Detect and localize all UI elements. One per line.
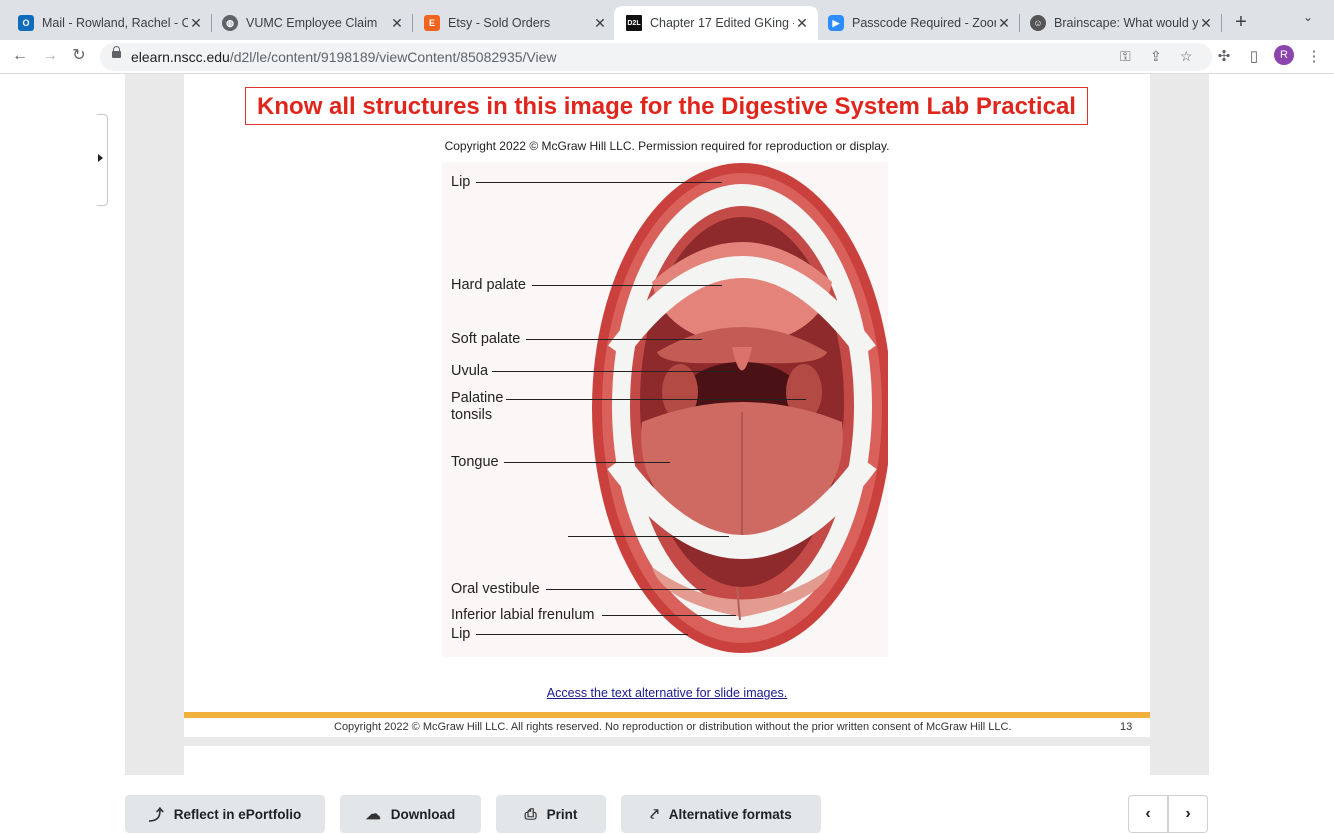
tab-separator [1221, 14, 1222, 32]
label-tongue: Tongue [451, 454, 499, 470]
reflect-in-eportfolio-button[interactable]: ⤴ Reflect in ePortfolio [125, 795, 325, 833]
bookmark-star-icon[interactable]: ☆ [1180, 48, 1193, 65]
download-button[interactable]: ☁ Download [340, 795, 481, 833]
tab-zoom[interactable]: ▶ Passcode Required - Zoom ✕ [816, 6, 1020, 40]
leader-line [532, 285, 722, 286]
slide-accent-bar [184, 712, 1150, 718]
more-menu-icon[interactable]: ⋮ [1304, 47, 1324, 67]
close-tab-icon[interactable]: ✕ [592, 15, 608, 32]
chevron-left-icon: ‹ [1145, 805, 1151, 822]
new-tab-button[interactable]: + [1230, 8, 1252, 36]
outlook-icon: O [18, 15, 34, 31]
label-hard-palate: Hard palate [451, 277, 526, 293]
close-tab-icon[interactable]: ✕ [389, 15, 405, 32]
slide-footer-copyright: Copyright 2022 © McGraw Hill LLC. All ri… [334, 721, 1012, 733]
alternative-formats-button[interactable]: ⤤ Alternative formats [621, 795, 821, 833]
print-label: Print [546, 806, 578, 822]
leader-line [476, 634, 688, 635]
leader-line [546, 589, 706, 590]
printer-icon: ⎙ [524, 805, 537, 823]
etsy-icon: E [424, 15, 440, 31]
extensions-puzzle-icon[interactable]: ✣ [1214, 47, 1234, 67]
share-icon[interactable]: ⇪ [1150, 48, 1162, 65]
download-label: Download [390, 806, 456, 822]
previous-page-button[interactable]: ‹ [1128, 795, 1168, 833]
label-inferior-labial-frenulum: Inferior labial frenulum [451, 607, 595, 623]
browser-tab-strip: O Mail - Rowland, Rachel - Ou ✕ ◍ VUMC E… [0, 0, 1334, 40]
tab-title: Etsy - Sold Orders [448, 16, 551, 30]
side-panel-icon[interactable]: ▯ [1244, 47, 1264, 67]
caret-right-icon [98, 154, 103, 162]
leader-line [526, 339, 702, 340]
print-button[interactable]: ⎙ Print [496, 795, 606, 833]
reload-icon[interactable]: ↻ [69, 46, 89, 66]
tab-mail[interactable]: O Mail - Rowland, Rachel - Ou ✕ [6, 6, 212, 40]
cloud-download-icon: ☁ [365, 806, 381, 823]
text-alternative-link[interactable]: Access the text alternative for slide im… [184, 686, 1150, 700]
close-tab-icon[interactable]: ✕ [794, 15, 810, 32]
tab-title: Brainscape: What would yo [1054, 16, 1198, 30]
slide-page-number: 13 [1120, 721, 1133, 733]
forward-arrow-icon[interactable]: → [40, 46, 60, 66]
page-content: Know all structures in this image for th… [0, 74, 1334, 834]
label-tonsils: tonsils [451, 407, 493, 423]
tab-vumc[interactable]: ◍ VUMC Employee Claim ✕ [210, 6, 413, 40]
zoom-icon: ▶ [828, 15, 844, 31]
reflect-label: Reflect in ePortfolio [173, 806, 302, 822]
label-palatine: Palatine [451, 390, 504, 406]
close-tab-icon[interactable]: ✕ [188, 15, 204, 32]
globe-icon: ◍ [222, 15, 238, 31]
slide-title: Know all structures in this image for th… [245, 87, 1088, 125]
tab-brainscape[interactable]: ☺ Brainscape: What would yo ✕ [1018, 6, 1222, 40]
leader-line [602, 615, 736, 616]
label-lip-top: Lip [451, 174, 471, 190]
close-tab-icon[interactable]: ✕ [1198, 15, 1214, 32]
tab-title: Passcode Required - Zoom [852, 16, 996, 30]
label-soft-palate: Soft palate [451, 331, 521, 347]
tab-title: VUMC Employee Claim [246, 16, 378, 30]
slide-copyright: Copyright 2022 © McGraw Hill LLC. Permis… [444, 139, 890, 153]
tab-search-chevron-icon[interactable]: ⌄ [1303, 10, 1313, 24]
url-host: elearn.nscc.edu [131, 49, 230, 65]
url-path: /d2l/le/content/9198189/viewContent/8508… [229, 49, 557, 65]
label-uvula: Uvula [451, 363, 489, 379]
next-page-button[interactable]: › [1168, 795, 1208, 833]
label-oral-vestibule: Oral vestibule [451, 581, 540, 597]
alternative-formats-label: Alternative formats [668, 806, 792, 822]
label-lip-bottom: Lip [451, 626, 471, 642]
key-icon[interactable]: ⚿ [1120, 48, 1131, 65]
leader-line [492, 371, 734, 372]
slide-page: Know all structures in this image for th… [184, 74, 1150, 737]
next-slide-preview [184, 746, 1150, 775]
address-bar[interactable]: elearn.nscc.edu/d2l/le/content/9198189/v… [100, 43, 1212, 71]
browser-toolbar: ← → ↻ elearn.nscc.edu/d2l/le/content/919… [0, 40, 1334, 74]
leader-line-unlabeled [568, 536, 729, 537]
tab-title: Chapter 17 Edited GKing - D [650, 16, 794, 30]
url-text[interactable]: elearn.nscc.edu/d2l/le/content/9198189/v… [131, 49, 557, 65]
tab-title: Mail - Rowland, Rachel - Ou [42, 16, 188, 30]
profile-avatar[interactable]: R [1274, 45, 1294, 65]
alternative-formats-icon: ⤤ [650, 805, 659, 823]
expand-sidebar-toggle[interactable] [97, 114, 108, 206]
back-arrow-icon[interactable]: ← [10, 46, 30, 66]
eportfolio-icon: ⤴ [148, 806, 164, 824]
brainscape-icon: ☺ [1030, 15, 1046, 31]
chevron-right-icon: › [1185, 805, 1191, 822]
d2l-icon: D2L [626, 15, 642, 31]
lock-icon [112, 46, 121, 58]
leader-line [476, 182, 722, 183]
leader-line [504, 462, 670, 463]
leader-line [506, 399, 806, 400]
close-tab-icon[interactable]: ✕ [996, 15, 1012, 32]
tab-etsy[interactable]: E Etsy - Sold Orders ✕ [412, 6, 616, 40]
tab-chapter-17[interactable]: D2L Chapter 17 Edited GKing - D ✕ [614, 6, 818, 40]
